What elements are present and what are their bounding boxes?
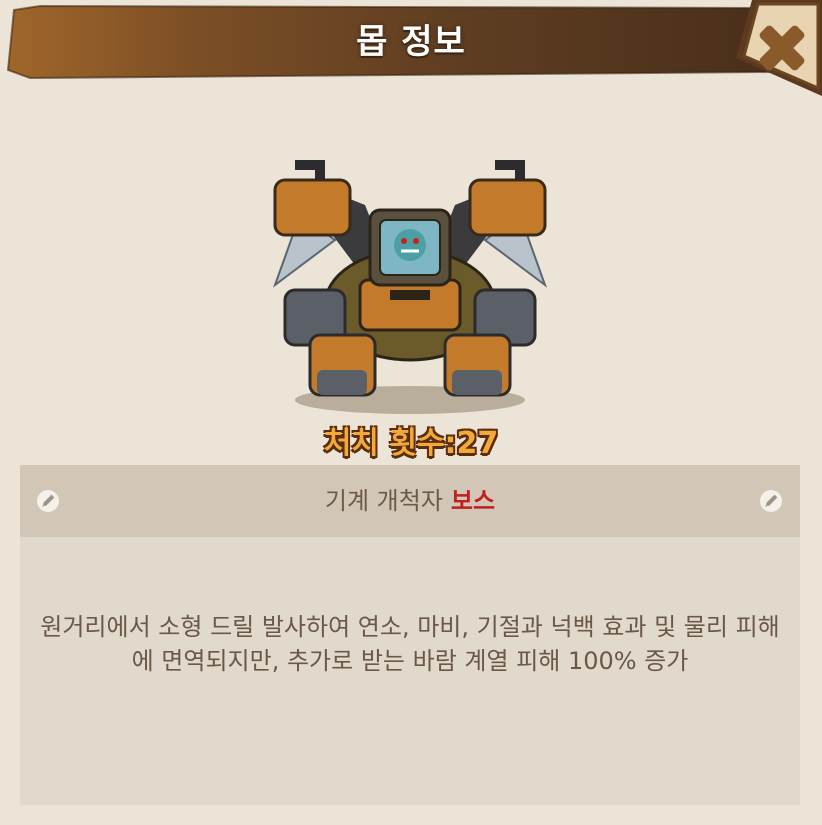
kill-count-label: 처치 횟수:27 — [323, 426, 499, 461]
monster-name-label: 기계 개척자 — [324, 487, 443, 515]
page-title: 몹 정보 — [356, 22, 466, 62]
close-button[interactable] — [730, 0, 822, 100]
monster-portrait — [255, 145, 565, 420]
pencil-icon — [760, 490, 782, 512]
header-banner: 몹 정보 — [0, 0, 822, 96]
boss-badge: 보스 — [450, 487, 496, 515]
monster-name-bar: 기계 개척자 보스 — [20, 465, 800, 537]
close-x-icon — [736, 0, 822, 96]
drill-mech-boss-icon — [272, 160, 548, 414]
monster-description-box: 원거리에서 소형 드릴 발사하여 연소, 마비, 기절과 넉백 효과 및 물리 … — [20, 537, 800, 805]
monster-name: 기계 개척자 보스 — [20, 465, 800, 537]
monster-description: 원거리에서 소형 드릴 발사하여 연소, 마비, 기절과 넉백 효과 및 물리 … — [40, 613, 780, 675]
